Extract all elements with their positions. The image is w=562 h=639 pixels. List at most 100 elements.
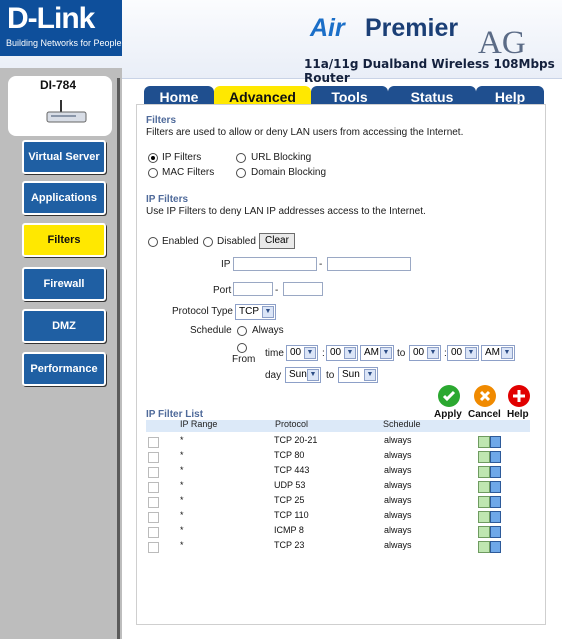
clear-button[interactable]: Clear xyxy=(259,233,295,249)
radio-ip-filters-label: IP Filters xyxy=(162,152,202,163)
row-protocol: TCP 80 xyxy=(274,450,305,460)
ip-end-input[interactable] xyxy=(327,257,411,271)
row-checkbox[interactable] xyxy=(148,437,159,448)
trash-icon[interactable] xyxy=(490,496,501,508)
radio-url-blocking[interactable] xyxy=(236,153,246,163)
chevron-down-icon: ▼ xyxy=(307,369,319,381)
radio-domain-blocking[interactable] xyxy=(236,168,246,178)
filters-title: Filters xyxy=(146,115,177,126)
table-row: * TCP 25 always xyxy=(146,494,530,509)
sidebar-item-firewall[interactable]: Firewall xyxy=(22,267,106,301)
to-ampm-value: AM xyxy=(485,347,500,358)
radio-always-label: Always xyxy=(252,325,284,336)
trash-icon[interactable] xyxy=(490,436,501,448)
row-checkbox[interactable] xyxy=(148,527,159,538)
trash-icon[interactable] xyxy=(490,451,501,463)
table-row: * UDP 53 always xyxy=(146,479,530,494)
to-day-select[interactable]: Sun ▼ xyxy=(338,367,378,383)
radio-always[interactable] xyxy=(237,326,247,336)
product-name-premier: Premier xyxy=(365,14,459,42)
from-minute-select[interactable]: 00 ▼ xyxy=(326,345,358,361)
row-checkbox[interactable] xyxy=(148,497,159,508)
row-checkbox[interactable] xyxy=(148,452,159,463)
sidebar-item-filters[interactable]: Filters xyxy=(22,223,106,257)
row-checkbox[interactable] xyxy=(148,482,159,493)
sidebar-item-virtual-server[interactable]: Virtual Server xyxy=(22,140,106,174)
help-icon[interactable] xyxy=(507,384,531,408)
radio-disabled[interactable] xyxy=(203,237,213,247)
to-ampm-select[interactable]: AM ▼ xyxy=(481,345,515,361)
row-ip-range: * xyxy=(180,540,184,550)
schedule-label: Schedule xyxy=(190,325,232,336)
edit-icon[interactable] xyxy=(478,436,490,448)
trash-icon[interactable] xyxy=(490,511,501,523)
apply-label[interactable]: Apply xyxy=(434,409,462,420)
port-start-input[interactable] xyxy=(233,282,273,296)
edit-icon[interactable] xyxy=(478,466,490,478)
table-row: * TCP 110 always xyxy=(146,509,530,524)
table-row: * ICMP 8 always xyxy=(146,524,530,539)
radio-from[interactable] xyxy=(237,343,247,353)
row-schedule: always xyxy=(384,495,412,505)
from-ampm-select[interactable]: AM ▼ xyxy=(360,345,394,361)
chevron-down-icon: ▼ xyxy=(364,369,376,381)
column-schedule: Schedule xyxy=(383,419,421,429)
chevron-down-icon: ▼ xyxy=(465,347,477,359)
from-day-select[interactable]: Sun ▼ xyxy=(285,367,321,383)
to-minute-value: 00 xyxy=(451,347,463,358)
row-checkbox[interactable] xyxy=(148,467,159,478)
ip-filters-description: Use IP Filters to deny LAN IP addresses … xyxy=(146,206,426,217)
from-minute-value: 00 xyxy=(330,347,342,358)
day-to-label: to xyxy=(326,370,335,381)
radio-mac-filters[interactable] xyxy=(148,168,158,178)
column-protocol: Protocol xyxy=(275,419,309,429)
row-protocol: TCP 25 xyxy=(274,495,305,505)
model-name: DI-784 xyxy=(40,78,77,92)
sidebar-item-performance[interactable]: Performance xyxy=(22,352,106,386)
trash-icon[interactable] xyxy=(490,481,501,493)
sidebar-item-dmz[interactable]: DMZ xyxy=(22,309,106,343)
to-minute-select[interactable]: 00 ▼ xyxy=(447,345,479,361)
edit-icon[interactable] xyxy=(478,481,490,493)
radio-ip-filters[interactable] xyxy=(148,153,158,163)
edit-icon[interactable] xyxy=(478,451,490,463)
to-hour-select[interactable]: 00 ▼ xyxy=(409,345,441,361)
row-ip-range: * xyxy=(180,465,184,475)
radio-enabled[interactable] xyxy=(148,237,158,247)
brand-logo: D-Link Building Networks for People xyxy=(0,0,122,56)
ip-start-input[interactable] xyxy=(233,257,317,271)
apply-icon[interactable] xyxy=(437,384,461,408)
edit-icon[interactable] xyxy=(478,511,490,523)
edit-icon[interactable] xyxy=(478,496,490,508)
brand-tagline: Building Networks for People xyxy=(6,38,122,48)
row-schedule: always xyxy=(384,465,412,475)
from-ampm-value: AM xyxy=(364,347,379,358)
table-row: * TCP 20-21 always xyxy=(146,434,530,449)
row-protocol: UDP 53 xyxy=(274,480,306,490)
row-schedule: always xyxy=(384,510,412,520)
port-label: Port xyxy=(213,285,232,296)
time-to-label: to xyxy=(397,348,406,359)
ip-label: IP xyxy=(221,259,231,270)
edit-icon[interactable] xyxy=(478,526,490,538)
protocol-select-value: TCP xyxy=(239,306,259,317)
to-day-value: Sun xyxy=(342,369,360,380)
sidebar-item-applications[interactable]: Applications xyxy=(22,181,106,215)
cancel-icon[interactable] xyxy=(473,384,497,408)
protocol-select[interactable]: TCP ▼ xyxy=(235,304,276,320)
row-schedule: always xyxy=(384,540,412,550)
ip-filters-title: IP Filters xyxy=(146,194,189,205)
row-ip-range: * xyxy=(180,510,184,520)
row-checkbox[interactable] xyxy=(148,512,159,523)
help-label[interactable]: Help xyxy=(507,409,529,420)
from-hour-select[interactable]: 00 ▼ xyxy=(286,345,318,361)
port-end-input[interactable] xyxy=(283,282,323,296)
day-label: day xyxy=(265,370,282,381)
trash-icon[interactable] xyxy=(490,466,501,478)
cancel-label[interactable]: Cancel xyxy=(468,409,501,420)
row-schedule: always xyxy=(384,450,412,460)
trash-icon[interactable] xyxy=(490,541,501,553)
row-checkbox[interactable] xyxy=(148,542,159,553)
trash-icon[interactable] xyxy=(490,526,501,538)
edit-icon[interactable] xyxy=(478,541,490,553)
